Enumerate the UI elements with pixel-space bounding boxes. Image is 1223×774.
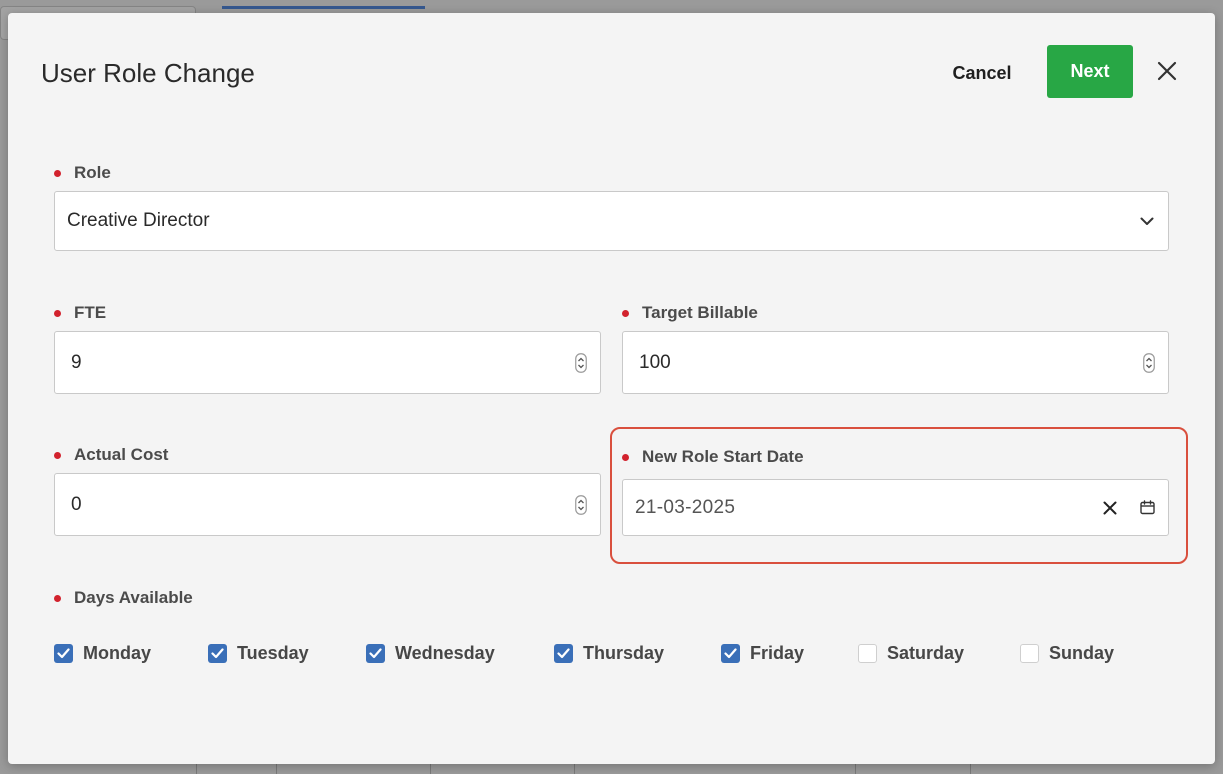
role-select[interactable]: Creative Director (54, 191, 1169, 251)
required-indicator (54, 594, 61, 602)
required-indicator (54, 169, 61, 177)
checkbox-checked[interactable] (366, 644, 385, 663)
required-indicator (54, 451, 61, 459)
chevron-down-icon (1138, 212, 1156, 230)
required-indicator (622, 453, 629, 461)
fte-input[interactable]: 9 (54, 331, 601, 394)
target-billable-input-value: 100 (639, 351, 671, 373)
next-button[interactable]: Next (1047, 45, 1133, 98)
day-checkbox-friday[interactable]: Friday (721, 643, 804, 664)
fte-label: FTE (54, 303, 106, 323)
role-select-value: Creative Director (67, 210, 210, 231)
checkbox-checked[interactable] (208, 644, 227, 663)
target-billable-input[interactable]: 100 (622, 331, 1169, 394)
days-available-label: Days Available (54, 588, 193, 608)
spinner-icon[interactable] (1142, 352, 1156, 374)
day-checkbox-tuesday[interactable]: Tuesday (208, 643, 309, 664)
required-indicator (622, 309, 629, 317)
actual-cost-input[interactable]: 0 (54, 473, 601, 536)
dialog-title: User Role Change (41, 58, 255, 88)
day-checkbox-wednesday[interactable]: Wednesday (366, 643, 495, 664)
checkbox-unchecked[interactable] (1020, 644, 1039, 663)
required-indicator (54, 309, 61, 317)
target-billable-label: Target Billable (622, 303, 758, 323)
new-role-start-date-input[interactable]: 21-03-2025 (622, 479, 1169, 536)
clear-icon[interactable] (1100, 498, 1120, 518)
role-label: Role (54, 163, 111, 183)
calendar-icon[interactable] (1138, 499, 1156, 517)
checkbox-unchecked[interactable] (858, 644, 877, 663)
spinner-icon[interactable] (574, 494, 588, 516)
actual-cost-input-value: 0 (71, 493, 82, 515)
checkbox-checked[interactable] (721, 644, 740, 663)
checkbox-checked[interactable] (554, 644, 573, 663)
day-checkbox-sunday[interactable]: Sunday (1020, 643, 1114, 664)
cancel-button[interactable]: Cancel (934, 57, 1030, 89)
user-role-change-dialog: User Role Change Cancel Next Role Creati… (8, 13, 1215, 764)
fte-input-value: 9 (71, 351, 82, 373)
date-value: 21-03-2025 (635, 496, 736, 518)
day-checkbox-saturday[interactable]: Saturday (858, 643, 964, 664)
close-icon[interactable] (1152, 56, 1182, 86)
spinner-icon[interactable] (574, 352, 588, 374)
background-active-tab-indicator (222, 6, 425, 9)
new-role-start-date-label: New Role Start Date (622, 447, 804, 467)
day-checkbox-thursday[interactable]: Thursday (554, 643, 664, 664)
checkbox-checked[interactable] (54, 644, 73, 663)
actual-cost-label: Actual Cost (54, 445, 168, 465)
day-checkbox-monday[interactable]: Monday (54, 643, 151, 664)
